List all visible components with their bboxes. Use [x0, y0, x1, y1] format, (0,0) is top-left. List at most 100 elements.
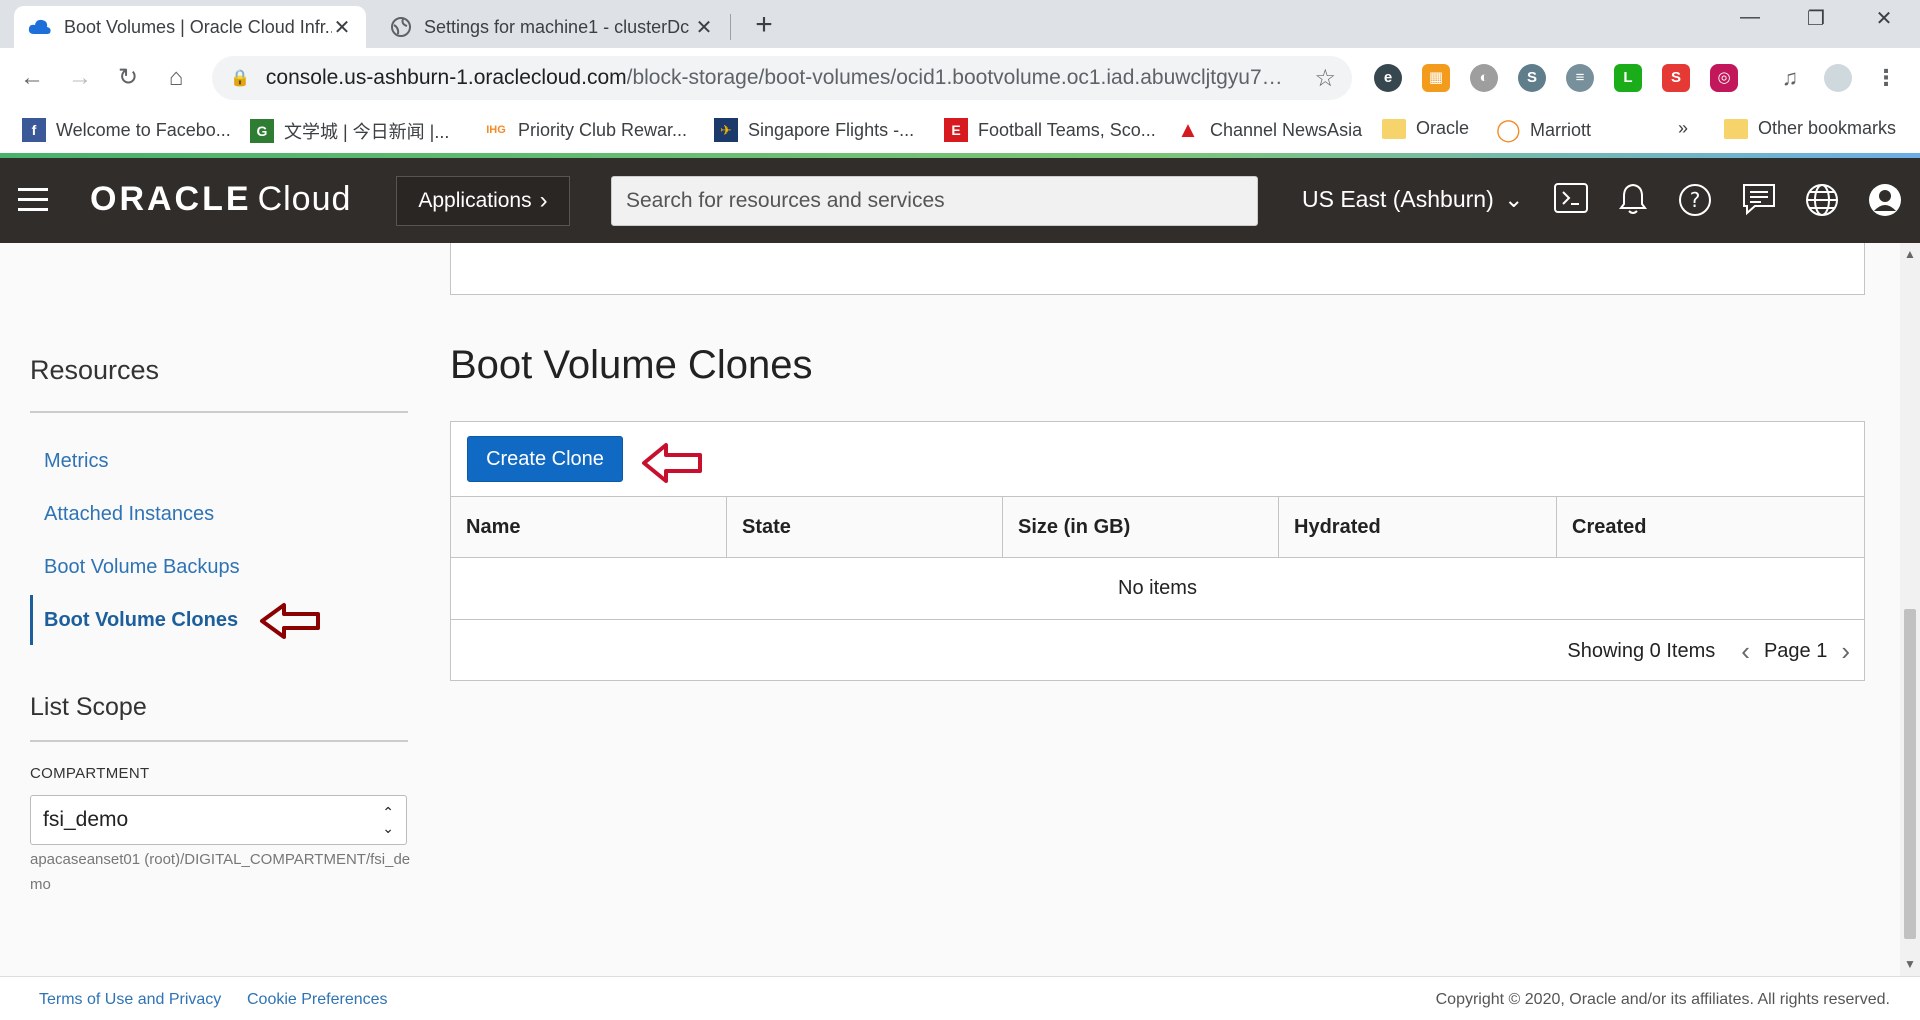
bookmark-label: Channel NewsAsia — [1210, 119, 1363, 140]
sidebar-link-boot-volume-clones[interactable]: Boot Volume Clones — [44, 609, 238, 632]
scroll-up-icon[interactable]: ▲ — [1900, 247, 1920, 261]
compartment-label: COMPARTMENT — [30, 765, 150, 782]
address-bar[interactable]: 🔒 console.us-ashburn-1.oraclecloud.com /… — [212, 56, 1352, 100]
new-tab-icon[interactable]: + — [748, 10, 780, 42]
sidebar-link-boot-volume-backups[interactable]: Boot Volume Backups — [44, 556, 240, 579]
chat-icon[interactable] — [1740, 182, 1778, 220]
lock-icon: 🔒 — [230, 70, 250, 87]
media-control-icon[interactable]: ♫ — [1776, 64, 1804, 92]
bookmark-singapore-flights[interactable]: ✈ Singapore Flights -... — [714, 118, 914, 142]
facebook-icon: f — [22, 118, 46, 142]
bookmark-marriott[interactable]: ◯ Marriott — [1496, 118, 1591, 142]
close-tab-icon[interactable]: ✕ — [332, 15, 352, 40]
bookmark-oracle-folder[interactable]: Oracle — [1382, 118, 1469, 139]
close-window-icon[interactable]: ✕ — [1854, 6, 1914, 31]
restore-icon[interactable]: ❐ — [1786, 6, 1846, 31]
list-scope-heading: List Scope — [30, 693, 147, 721]
bookmark-channel-newsasia[interactable]: ▲ Channel NewsAsia — [1176, 118, 1362, 142]
region-label: US East (Ashburn) — [1302, 186, 1494, 212]
applications-label: Applications — [418, 189, 532, 212]
page-indicator: Page 1 — [1763, 640, 1828, 662]
oracle-cloud-favicon-icon — [28, 19, 51, 34]
active-indicator — [30, 595, 33, 645]
chevron-down-icon: ⌄ — [1504, 186, 1524, 212]
column-header-size[interactable]: Size (in GB) — [1003, 497, 1279, 557]
column-header-name[interactable]: Name — [451, 497, 727, 557]
bookmark-football-teams[interactable]: E Football Teams, Sco... — [944, 118, 1156, 142]
extension-icon[interactable]: ≡ — [1566, 64, 1594, 92]
cloud-shell-icon[interactable] — [1552, 182, 1590, 220]
menu-kebab-icon[interactable]: ⋮ — [1872, 64, 1900, 92]
cookie-preferences-link[interactable]: Cookie Preferences — [247, 991, 388, 1009]
user-profile-icon[interactable] — [1866, 182, 1904, 220]
globe-language-icon[interactable] — [1803, 182, 1841, 220]
ihg-icon: IHG — [486, 124, 506, 136]
sidebar-link-attached-instances[interactable]: Attached Instances — [44, 503, 214, 526]
compartment-path: apacaseanset01 (root)/DIGITAL_COMPARTMEN… — [30, 851, 411, 893]
details-panel-bottom-edge — [450, 243, 1865, 295]
reload-icon[interactable]: ↻ — [112, 62, 144, 94]
oci-top-navbar: ORACLE Cloud Applications › Search for re… — [0, 158, 1920, 243]
next-page-icon[interactable]: › — [1841, 636, 1850, 667]
bookmark-facebook[interactable]: f Welcome to Facebo... — [22, 118, 231, 142]
select-up-down-icon: ⌃ ⌄ — [382, 804, 394, 836]
bookmark-star-icon[interactable]: ☆ — [1314, 64, 1336, 93]
hamburger-menu-icon[interactable] — [18, 188, 48, 212]
bookmark-wenxuecity[interactable]: G 文学城 | 今日新闻 |... — [250, 118, 449, 144]
column-header-hydrated[interactable]: Hydrated — [1279, 497, 1557, 557]
scrollbar-thumb[interactable] — [1904, 609, 1916, 939]
extension-icon[interactable]: ▦ — [1422, 64, 1450, 92]
extension-icon[interactable]: e — [1374, 64, 1402, 92]
profile-avatar-icon[interactable] — [1824, 64, 1852, 92]
column-header-created[interactable]: Created — [1557, 497, 1864, 557]
divider — [30, 411, 408, 413]
bookmark-label: Singapore Flights -... — [748, 119, 915, 140]
applications-button[interactable]: Applications › — [396, 176, 570, 226]
bookmark-label: 文学城 | 今日新闻 |... — [284, 122, 450, 142]
annotation-arrow-icon — [260, 603, 320, 639]
bell-icon[interactable] — [1614, 182, 1652, 220]
skype-icon[interactable]: S — [1518, 64, 1546, 92]
extension-icon[interactable]: ◐ — [1470, 64, 1498, 92]
help-icon[interactable]: ? — [1676, 182, 1714, 220]
bookmarks-overflow[interactable]: » — [1678, 118, 1688, 139]
copyright-text: Copyright © 2020, Oracle and/or its affi… — [1435, 991, 1890, 1008]
tab-boot-volumes[interactable]: Boot Volumes | Oracle Cloud Infr... ✕ — [14, 6, 366, 48]
tab-settings-machine1[interactable]: Settings for machine1 - clusterDc ✕ — [376, 6, 728, 48]
logo-cloud-text: Cloud — [257, 180, 352, 218]
chevron-right-icon: › — [539, 187, 548, 214]
tab-title: Boot Volumes | Oracle Cloud Infr... — [64, 16, 332, 37]
scroll-down-icon[interactable]: ▼ — [1900, 957, 1920, 971]
pagination: Showing 0 Items ‹ Page 1 › — [1567, 636, 1850, 667]
wenxuecity-icon: G — [250, 119, 274, 143]
bookmark-other-folder[interactable]: Other bookmarks — [1724, 118, 1896, 139]
page-title: Boot Volume Clones — [450, 343, 813, 387]
minimize-icon[interactable]: — — [1720, 6, 1780, 29]
compartment-select[interactable]: fsi_demo ⌃ ⌄ — [30, 795, 407, 845]
sidebar-link-metrics[interactable]: Metrics — [44, 450, 108, 473]
bookmark-label: Marriott — [1530, 119, 1592, 140]
search-input[interactable]: Search for resources and services — [611, 176, 1258, 226]
marriott-icon: ◯ — [1496, 117, 1521, 142]
home-icon[interactable]: ⌂ — [160, 62, 192, 94]
content-area: Resources Metrics Attached Instances Boo… — [0, 243, 1900, 976]
region-selector[interactable]: US East (Ashburn) ⌄ — [1302, 186, 1523, 213]
forward-arrow-icon[interactable]: → — [64, 62, 96, 94]
oracle-cloud-logo[interactable]: ORACLE Cloud — [90, 180, 351, 219]
close-tab-icon[interactable]: ✕ — [694, 15, 714, 40]
extension-s-icon[interactable]: S — [1662, 64, 1690, 92]
browser-toolbar: ← → ↻ ⌂ 🔒 console.us-ashburn-1.oracleclo… — [0, 48, 1920, 108]
previous-page-icon[interactable]: ‹ — [1741, 636, 1750, 667]
instagram-icon[interactable]: ◎ — [1710, 64, 1738, 92]
create-clone-button[interactable]: Create Clone — [467, 436, 623, 482]
terms-link[interactable]: Terms of Use and Privacy — [39, 991, 221, 1009]
bookmark-priority-club[interactable]: IHG Priority Club Rewar... — [484, 118, 687, 142]
tab-separator — [730, 14, 731, 40]
vertical-scrollbar[interactable]: ▲ ▼ — [1900, 243, 1920, 976]
line-icon[interactable]: L — [1614, 64, 1642, 92]
column-header-state[interactable]: State — [727, 497, 1003, 557]
annotation-arrow-icon — [642, 443, 702, 483]
divider — [30, 740, 408, 742]
svg-text:?: ? — [1690, 188, 1701, 212]
back-arrow-icon[interactable]: ← — [16, 62, 48, 94]
